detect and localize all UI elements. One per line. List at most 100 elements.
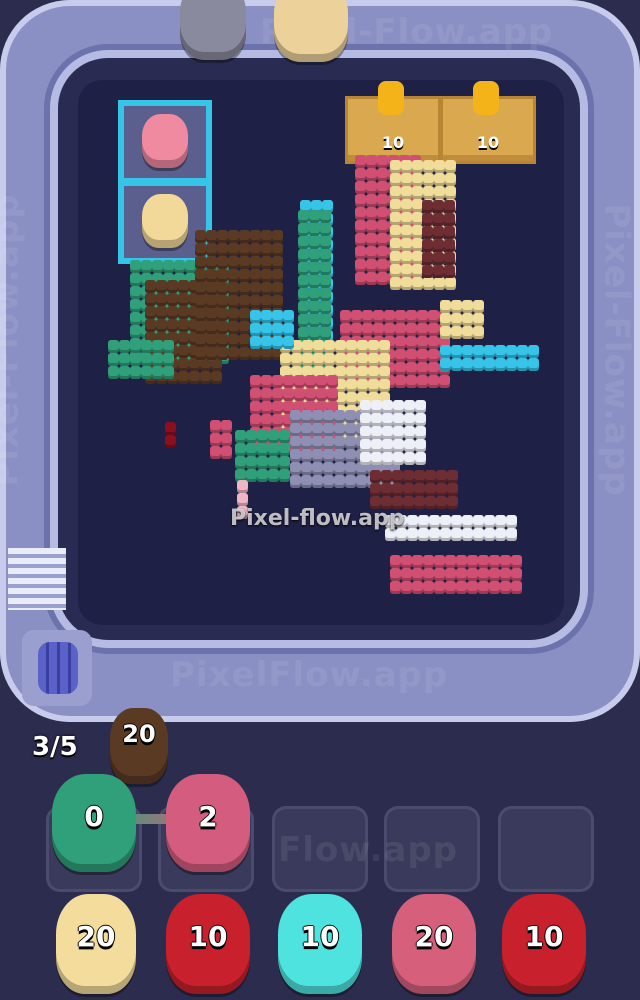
pixel-cube bbox=[412, 173, 423, 186]
pixel-cube bbox=[478, 581, 489, 594]
pixel-cube bbox=[423, 581, 434, 594]
pixel-cube bbox=[429, 528, 440, 541]
pixel-cube bbox=[366, 233, 377, 246]
pixel-cube bbox=[178, 280, 189, 293]
pixel-cube bbox=[417, 310, 428, 323]
pixel-cube bbox=[412, 277, 423, 290]
pixel-cube bbox=[167, 280, 178, 293]
pixel-cube bbox=[478, 555, 489, 568]
tray-stack bbox=[8, 548, 66, 610]
pixel-cube bbox=[366, 181, 377, 194]
pixel-cube bbox=[346, 340, 357, 353]
pixel-cube bbox=[401, 277, 412, 290]
pixel-cube bbox=[390, 568, 401, 581]
pixel-cube bbox=[301, 410, 312, 423]
pixel-cube bbox=[390, 173, 401, 186]
shooter-pig-2[interactable]: 10 bbox=[166, 894, 250, 994]
pixel-cube bbox=[130, 325, 141, 338]
pixel-cube bbox=[422, 239, 433, 252]
pixel-cube bbox=[246, 443, 257, 456]
bench-slot-5[interactable] bbox=[498, 806, 594, 892]
pixel-cube bbox=[429, 515, 440, 528]
pixel-cube bbox=[506, 358, 517, 371]
queue-pig[interactable]: 20 bbox=[110, 708, 168, 784]
pixel-cube bbox=[340, 323, 351, 336]
pixel-cube bbox=[320, 223, 331, 236]
pixel-cube bbox=[373, 310, 384, 323]
pixel-cube bbox=[156, 319, 167, 332]
pixel-cube bbox=[425, 483, 436, 496]
pixel-cube bbox=[445, 555, 456, 568]
pixel-cube bbox=[401, 186, 412, 199]
pixel-cube bbox=[345, 462, 356, 475]
active-pig-pink[interactable]: 2 bbox=[166, 774, 250, 872]
pixel-cube bbox=[195, 256, 206, 269]
pixel-cube bbox=[484, 528, 495, 541]
pixel-cube bbox=[417, 375, 428, 388]
pixel-cube bbox=[261, 243, 272, 256]
pixel-cube bbox=[506, 345, 517, 358]
pixel-cube bbox=[210, 433, 221, 446]
pixel-cube bbox=[316, 375, 327, 388]
pixel-cube bbox=[279, 469, 290, 482]
pixel-cube bbox=[370, 483, 381, 496]
pixel-cube bbox=[360, 452, 371, 465]
pixel-cube bbox=[239, 321, 250, 334]
pixel-cube bbox=[406, 310, 417, 323]
pixel-cube bbox=[412, 581, 423, 594]
pixel-cube bbox=[355, 155, 366, 168]
pixel-cube bbox=[167, 293, 178, 306]
pixel-cube bbox=[305, 388, 316, 401]
pixel-cube bbox=[357, 353, 368, 366]
pixel-cube bbox=[298, 249, 309, 262]
pixel-cube bbox=[428, 375, 439, 388]
pixel-cube bbox=[368, 379, 379, 392]
pixel-cube bbox=[395, 375, 406, 388]
pixel-cube bbox=[428, 323, 439, 336]
pixel-cube bbox=[390, 186, 401, 199]
pixel-cube bbox=[294, 388, 305, 401]
pixel-cube bbox=[357, 379, 368, 392]
pixel-cube bbox=[206, 256, 217, 269]
top-pig-cream: 3 bbox=[274, 0, 348, 62]
shooter-pig-5[interactable]: 10 bbox=[502, 894, 586, 994]
pixel-cube bbox=[309, 210, 320, 223]
pixel-cube bbox=[417, 336, 428, 349]
pixel-cube bbox=[298, 262, 309, 275]
pixel-cube bbox=[130, 299, 141, 312]
pixel-cube bbox=[406, 362, 417, 375]
pixel-cube bbox=[195, 347, 206, 360]
pixel-cube bbox=[320, 314, 331, 327]
pixel-cube bbox=[422, 252, 433, 265]
active-pig-green[interactable]: 0 bbox=[52, 774, 136, 872]
shooter-pig-1[interactable]: 20 bbox=[56, 894, 136, 994]
pixel-cube bbox=[456, 555, 467, 568]
pixel-cube bbox=[506, 515, 517, 528]
pixel-cube bbox=[444, 213, 455, 226]
pixel-cube bbox=[462, 313, 473, 326]
pixel-cube bbox=[371, 426, 382, 439]
pixel-cube bbox=[272, 375, 283, 388]
pixel-cube bbox=[444, 265, 455, 278]
pixel-cube bbox=[210, 446, 221, 459]
pixel-cube bbox=[163, 260, 174, 273]
pixel-cube bbox=[298, 327, 309, 340]
pixel-cube bbox=[422, 226, 433, 239]
pixel-cube bbox=[415, 452, 426, 465]
pixel-cube bbox=[440, 300, 451, 313]
pixel-cube bbox=[130, 340, 141, 353]
pixel-cube bbox=[423, 173, 434, 186]
pixel-cube bbox=[373, 323, 384, 336]
pixel-cube bbox=[228, 334, 239, 347]
pixel-cube bbox=[395, 323, 406, 336]
pixel-cube bbox=[451, 515, 462, 528]
shooter-pig-4[interactable]: 20 bbox=[392, 894, 476, 994]
pixel-cube bbox=[152, 366, 163, 379]
pixel-cube bbox=[356, 475, 367, 488]
pixel-cube bbox=[366, 220, 377, 233]
pixel-cube bbox=[366, 259, 377, 272]
shooter-pig-3[interactable]: 10 bbox=[278, 894, 362, 994]
pixel-cube bbox=[445, 160, 456, 173]
pixel-cube bbox=[401, 251, 412, 264]
watermark-slots: Flow.app bbox=[278, 830, 459, 870]
